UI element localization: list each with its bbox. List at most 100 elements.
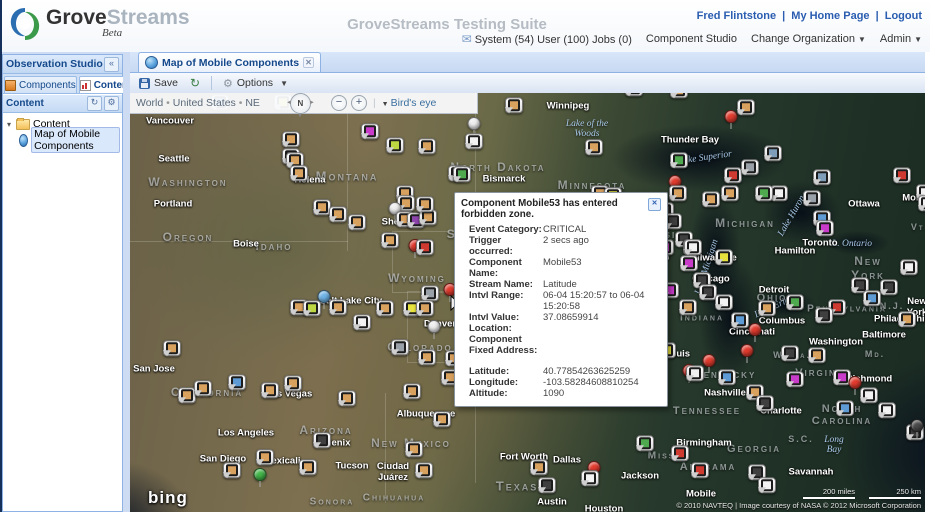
map-pin[interactable] (376, 300, 394, 334)
map-pin[interactable] (686, 365, 704, 399)
map-pin[interactable] (764, 145, 782, 179)
tree-node-map[interactable]: Map of Mobile Components (5, 132, 120, 148)
map-pin[interactable] (718, 369, 736, 403)
map-pin[interactable] (808, 347, 826, 381)
map-toolbar: Save ↻ ⚙Options▼ (130, 73, 927, 94)
pan-right-icon[interactable]: ► (309, 100, 315, 106)
admin-menu[interactable]: Admin▼ (880, 33, 922, 45)
map-pin[interactable] (737, 99, 755, 133)
pan-up-icon[interactable]: ▲ (297, 93, 303, 94)
logout-link[interactable]: Logout (885, 10, 922, 22)
map-pin[interactable] (348, 214, 366, 248)
tree-expander-icon[interactable]: ▾ (5, 120, 13, 129)
map-pin[interactable] (731, 312, 749, 346)
map-pin[interactable] (418, 138, 436, 172)
map-pin[interactable] (433, 411, 451, 445)
map-pin[interactable] (880, 279, 898, 313)
close-icon[interactable]: ✕ (648, 198, 661, 211)
map-pin[interactable] (428, 320, 441, 339)
refresh-button[interactable]: ↻ (187, 76, 203, 90)
map-pin[interactable] (416, 196, 434, 230)
map-pin[interactable] (758, 300, 776, 334)
popup-row: Intvl Value:37.08659914 (469, 312, 661, 323)
map-pin[interactable] (703, 354, 716, 373)
map-pin[interactable] (223, 462, 241, 496)
map-pin[interactable] (636, 435, 654, 469)
map-pin[interactable] (329, 206, 347, 240)
map-pin[interactable] (815, 307, 833, 341)
breadcrumb[interactable]: World • United States • NE (136, 97, 260, 109)
map-pin[interactable] (836, 400, 854, 434)
close-tab-icon[interactable]: ✕ (303, 57, 314, 68)
map-pin[interactable] (893, 167, 911, 201)
map-pin[interactable] (585, 139, 603, 173)
map-pin[interactable] (261, 382, 279, 416)
map-pin[interactable] (415, 462, 433, 496)
save-button[interactable]: Save (136, 76, 181, 90)
map-pin[interactable] (361, 123, 379, 157)
map-pin[interactable] (391, 339, 409, 373)
map-pin[interactable] (702, 191, 720, 225)
map-pin[interactable] (755, 185, 773, 219)
map-pin[interactable] (418, 349, 436, 383)
map-pin[interactable] (465, 133, 483, 167)
map-pin[interactable] (670, 93, 688, 116)
zoom-out-button[interactable]: − (331, 95, 347, 111)
map-pin[interactable] (290, 165, 308, 199)
map-pin[interactable] (721, 185, 739, 219)
map-pin[interactable] (353, 314, 371, 348)
pan-left-icon[interactable]: ◄ (286, 100, 292, 106)
component-studio-link[interactable]: Component Studio (646, 33, 737, 45)
map-pin[interactable] (194, 380, 212, 414)
tab-map-of-mobile-components[interactable]: Map of Mobile Components ✕ (138, 52, 321, 72)
map-pin[interactable] (756, 395, 774, 429)
map-pin[interactable] (898, 311, 916, 345)
map-pin[interactable] (284, 375, 302, 409)
map-pin[interactable] (911, 419, 924, 438)
options-button[interactable]: ⚙Options▼ (220, 76, 291, 91)
home-page-link[interactable]: My Home Page (791, 10, 869, 22)
map-pin[interactable] (303, 300, 321, 334)
map-pin[interactable] (228, 374, 246, 408)
sidebar-splitter[interactable] (123, 54, 130, 512)
map-pin[interactable] (679, 299, 697, 333)
map-pin[interactable] (338, 390, 356, 424)
map-pin[interactable] (878, 402, 896, 436)
map-pin[interactable] (725, 110, 738, 129)
map-pin[interactable] (386, 137, 404, 171)
map-pin[interactable] (416, 239, 434, 273)
map-pin[interactable] (900, 259, 918, 293)
refresh-icon[interactable]: ↻ (87, 96, 102, 111)
map-pin[interactable] (538, 477, 556, 511)
bing-logo[interactable]: bing (148, 488, 188, 508)
compass-control[interactable]: ▲ ▼ ◄ ► N (290, 93, 311, 114)
collapse-panel-button[interactable]: « (104, 57, 119, 72)
map-pin[interactable] (403, 383, 421, 417)
system-status[interactable]: ✉System (54) User (100) Jobs (0) (462, 32, 632, 46)
pan-down-icon[interactable]: ▼ (297, 113, 303, 119)
map-pin[interactable] (715, 249, 733, 283)
map-pin[interactable] (786, 294, 804, 328)
map-pin[interactable] (381, 232, 399, 266)
map-pin[interactable] (163, 340, 181, 374)
chevron-down-icon: ▼ (280, 79, 288, 88)
change-organization-menu[interactable]: Change Organization▼ (751, 33, 866, 45)
map-pin[interactable] (581, 470, 599, 504)
view-mode-dropdown[interactable]: ▼Bird's eye (382, 97, 437, 109)
map-pin[interactable] (741, 344, 754, 363)
map-pin[interactable] (299, 459, 317, 493)
map-pin[interactable] (671, 445, 689, 479)
map-pin[interactable] (625, 93, 643, 114)
map-pin[interactable] (816, 220, 834, 254)
tab-components[interactable]: Components (4, 76, 77, 93)
gear-icon[interactable]: ⚙ (104, 96, 119, 111)
map-pin[interactable] (329, 299, 347, 333)
map-canvas[interactable]: Lake of the WoodsLake SuperiorLake Michi… (130, 93, 927, 512)
map-pin[interactable] (860, 387, 878, 421)
map-pin[interactable] (254, 468, 267, 487)
map-pin[interactable] (786, 371, 804, 405)
zoom-in-button[interactable]: + (351, 95, 367, 111)
user-name-link[interactable]: Fred Flintstone (697, 10, 776, 22)
map-pin[interactable] (505, 97, 523, 131)
map-pin[interactable] (863, 290, 881, 324)
